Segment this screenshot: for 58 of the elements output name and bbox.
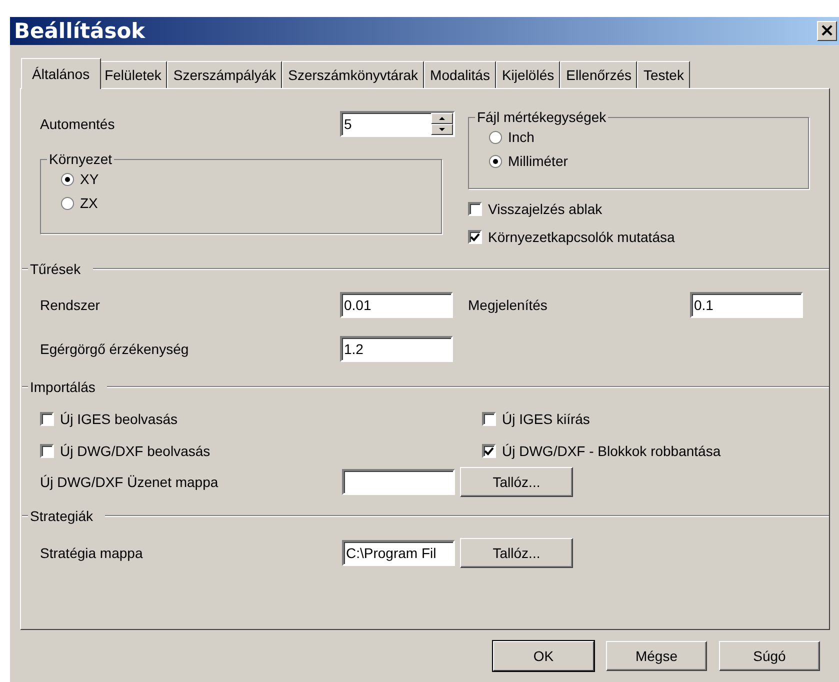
spin-up-button[interactable]: [431, 113, 453, 124]
input-field[interactable]: 0.01: [340, 292, 453, 318]
checkbox-label: Új IGES beolvasás: [60, 411, 178, 427]
input-field[interactable]: 0.1: [690, 292, 803, 318]
checkbox[interactable]: [40, 412, 54, 426]
dialog-button[interactable]: OK: [493, 641, 594, 671]
radio-label: ZX: [80, 195, 98, 211]
down-arrow-icon: [439, 128, 445, 131]
tab[interactable]: Testek: [637, 61, 690, 88]
radio-button[interactable]: [61, 196, 74, 210]
tab[interactable]: Modalitás: [424, 61, 496, 88]
tab[interactable]: Általános: [21, 58, 101, 89]
radio-button[interactable]: [61, 172, 74, 186]
tab[interactable]: Felületek: [98, 61, 168, 88]
group-title: Környezet: [48, 151, 114, 167]
field-label: Új DWG/DXF Üzenet mappa: [40, 474, 220, 490]
section-title: Tűrések: [30, 261, 81, 277]
checkbox[interactable]: [40, 444, 54, 458]
close-button[interactable]: ×: [817, 21, 837, 41]
field-label: Megjelenítés: [467, 297, 548, 313]
checkbox-label: Új DWG/DXF beolvasás: [60, 443, 210, 459]
check-icon: [470, 232, 480, 242]
radio-label: XY: [80, 171, 99, 187]
up-arrow-icon: [439, 117, 445, 120]
tab[interactable]: Szerszámpályák: [167, 61, 282, 88]
checkbox-label: Új DWG/DXF - Blokkok robbantása: [502, 443, 721, 459]
spin-field[interactable]: 5: [340, 111, 455, 137]
checkbox-label: Visszajelzés ablak: [488, 201, 602, 217]
tab[interactable]: Ellenőrzés: [560, 61, 638, 88]
checkbox[interactable]: [468, 202, 482, 216]
browse-button[interactable]: Tallóz...: [460, 467, 573, 497]
tab[interactable]: Kijelölés: [496, 61, 560, 88]
dialog-button[interactable]: Súgó: [719, 641, 820, 671]
section-title: Strategiák: [30, 508, 94, 524]
browse-button[interactable]: Tallóz...: [460, 538, 573, 568]
check-icon: [484, 446, 494, 456]
spin-down-button[interactable]: [431, 124, 453, 135]
input-field[interactable]: [342, 469, 455, 495]
radio-button[interactable]: [489, 154, 502, 168]
checkbox[interactable]: [482, 444, 496, 458]
field-label: Stratégia mappa: [40, 545, 144, 561]
input-field[interactable]: 1.2: [340, 336, 453, 362]
radio-label: Inch: [508, 129, 534, 145]
checkbox[interactable]: [482, 412, 496, 426]
checkbox-label: Új IGES kiírás: [502, 411, 590, 427]
field-label: Automentés: [40, 116, 116, 132]
dialog-button[interactable]: Mégse: [606, 641, 707, 671]
window-title: Beállítások: [14, 19, 146, 43]
checkbox[interactable]: [468, 230, 482, 244]
field-label: Egérgörgő érzékenység: [40, 341, 190, 357]
checkbox-label: Környezetkapcsolók mutatása: [488, 229, 675, 245]
group-title: Fájl mértékegységek: [476, 109, 608, 125]
radio-button[interactable]: [489, 130, 502, 144]
input-field[interactable]: C:\Program Fil: [342, 540, 455, 566]
radio-label: Milliméter: [508, 153, 568, 169]
section-title: Importálás: [30, 379, 96, 395]
tab[interactable]: Szerszámkönyvtárak: [282, 61, 424, 88]
field-label: Rendszer: [40, 297, 101, 313]
